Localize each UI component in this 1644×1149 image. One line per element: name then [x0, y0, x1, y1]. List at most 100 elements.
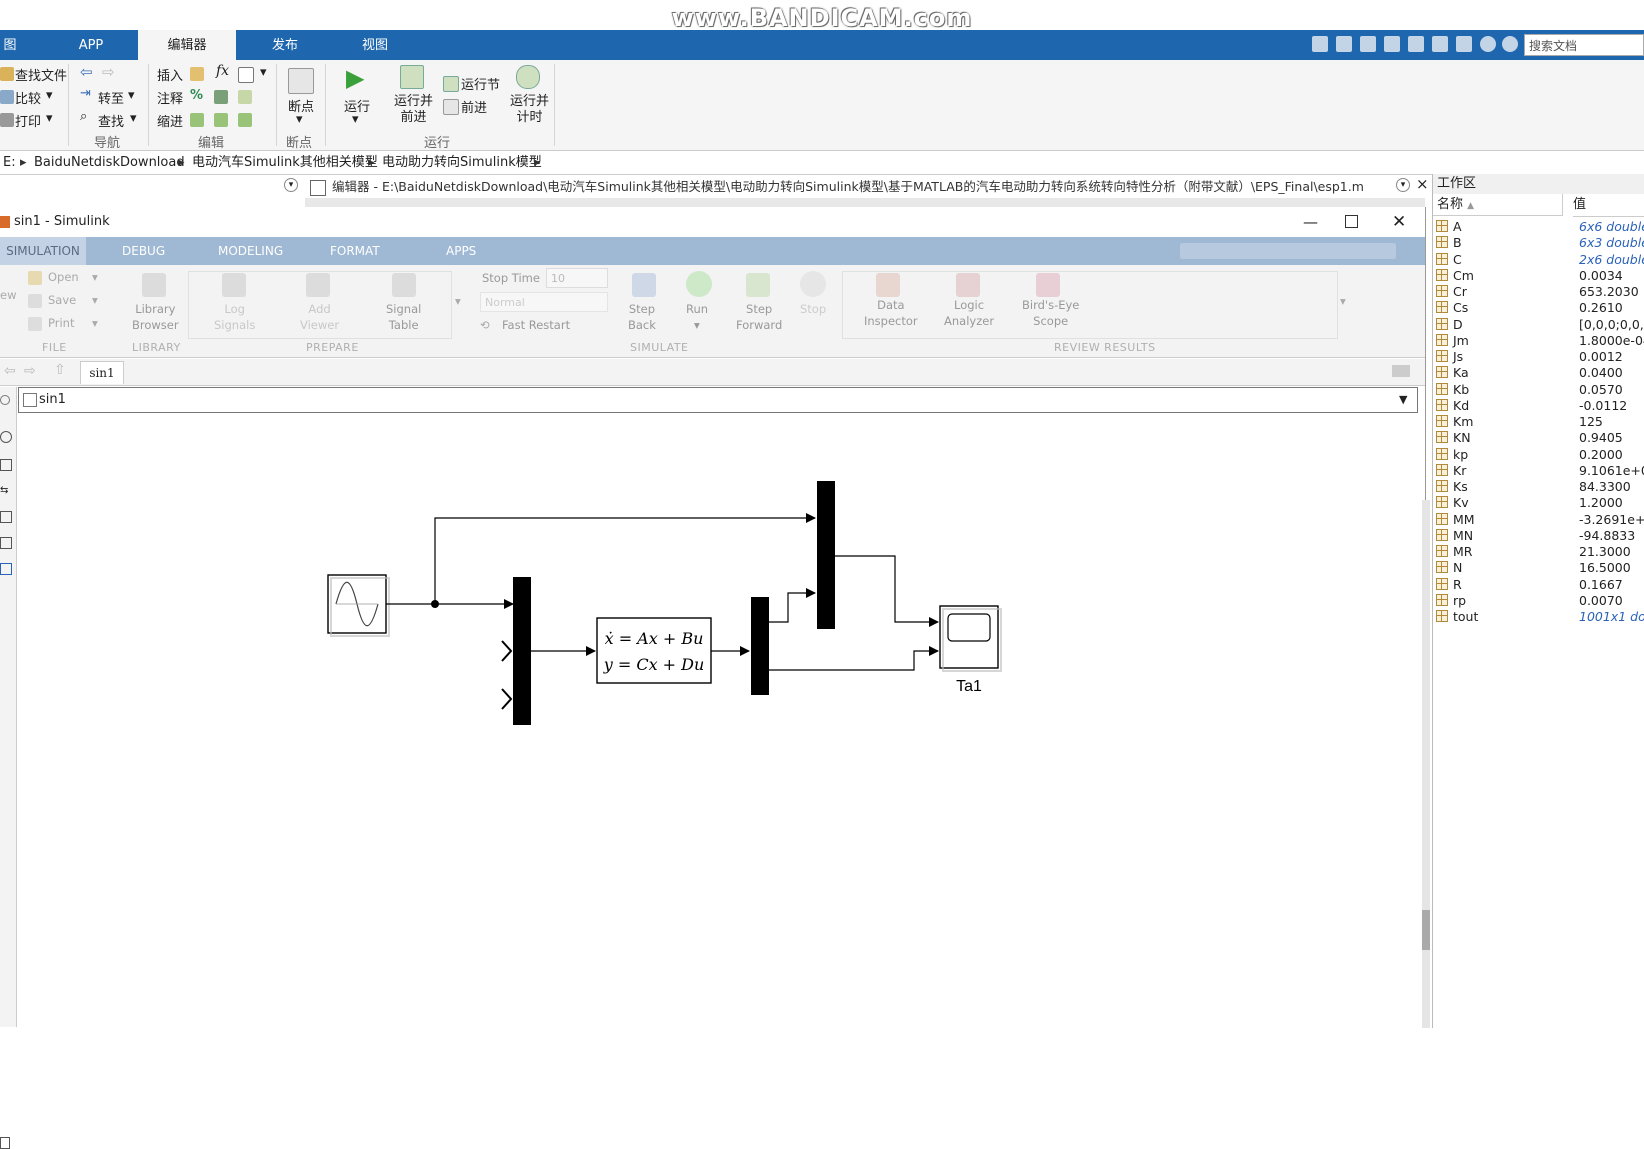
- scope-block[interactable]: [939, 605, 1002, 672]
- folder-options-icon[interactable]: ▾: [284, 178, 298, 192]
- run-icon[interactable]: ▶: [346, 64, 364, 92]
- editor-close-icon[interactable]: ×: [1416, 175, 1429, 193]
- workspace-value-column-header[interactable]: 值: [1573, 194, 1644, 217]
- open-dropdown-icon[interactable]: ▾: [92, 269, 98, 285]
- state-space-block[interactable]: ẋ = Ax + Bu y = Cx + Du: [596, 617, 712, 684]
- workspace-variable-row[interactable]: Kr 9.1061e+04: [1433, 462, 1644, 479]
- step-back-button[interactable]: Step Back: [628, 301, 656, 333]
- wrap-comment-icon[interactable]: [238, 90, 252, 104]
- workspace-variable-row[interactable]: C 2x6 double: [1433, 251, 1644, 268]
- library-browser-button[interactable]: Library Browser: [132, 301, 179, 333]
- function-icon[interactable]: fx: [216, 63, 229, 79]
- mux-block[interactable]: [513, 577, 531, 725]
- signal-line[interactable]: [835, 555, 939, 627]
- print-model-button[interactable]: Print: [48, 315, 74, 331]
- back-arrow-icon[interactable]: ⇦: [80, 63, 93, 81]
- run-dropdown-icon[interactable]: ▾: [352, 112, 359, 127]
- nav-up-icon[interactable]: ⇧: [54, 362, 66, 378]
- route-lines-icon[interactable]: ⇆: [0, 485, 8, 496]
- search-docs-input[interactable]: 搜索文档: [1524, 34, 1644, 56]
- tab-editor[interactable]: 编辑器: [138, 30, 236, 60]
- tab-app[interactable]: APP: [60, 30, 122, 60]
- workspace-variable-row[interactable]: kp 0.2000: [1433, 446, 1644, 463]
- forward-arrow-icon[interactable]: ⇨: [102, 63, 115, 81]
- workspace-variable-row[interactable]: Km 125: [1433, 413, 1644, 430]
- editor-options-icon[interactable]: ▾: [1396, 178, 1410, 192]
- find-button[interactable]: 查找: [98, 111, 124, 130]
- compare-button[interactable]: 比较: [15, 88, 41, 107]
- data-inspector-icon[interactable]: [876, 273, 900, 297]
- workspace-variable-row[interactable]: Kv 1.2000: [1433, 494, 1644, 511]
- sine-wave-block[interactable]: [327, 574, 390, 637]
- zoom-icon[interactable]: [0, 431, 12, 443]
- find-dropdown-icon[interactable]: ▾: [130, 111, 137, 126]
- workspace-variable-row[interactable]: tout 1001x1 dou: [1433, 608, 1644, 625]
- workspace-variable-row[interactable]: A 6x6 double: [1433, 218, 1644, 235]
- run-section-button[interactable]: 运行节: [461, 74, 500, 93]
- copy-icon[interactable]: [1360, 36, 1376, 52]
- workspace-variable-row[interactable]: Kd -0.0112: [1433, 397, 1644, 414]
- breakpoints-dropdown-icon[interactable]: ▾: [296, 112, 303, 127]
- run-and-time-icon[interactable]: [516, 65, 540, 89]
- address-dropdown-icon[interactable]: ▼: [1399, 388, 1407, 412]
- keyboard-icon[interactable]: [1392, 365, 1410, 377]
- indent-label[interactable]: 缩进: [157, 111, 183, 130]
- tab-plots[interactable]: 图: [0, 30, 20, 60]
- demux-block[interactable]: [751, 597, 769, 695]
- signal-line[interactable]: [769, 588, 816, 623]
- uncomment-icon[interactable]: [214, 90, 228, 104]
- editor-vertical-scrollbar[interactable]: [1422, 500, 1430, 1028]
- paste-icon[interactable]: [1384, 36, 1400, 52]
- workspace-variable-row[interactable]: MM -3.2691e+0: [1433, 511, 1644, 528]
- print-button[interactable]: 打印: [15, 111, 41, 130]
- step-forward-button[interactable]: Step Forward: [736, 301, 782, 333]
- insert-dropdown-icon[interactable]: ▾: [260, 65, 267, 80]
- library-browser-icon[interactable]: [142, 273, 166, 297]
- fit-view-icon[interactable]: [0, 459, 12, 471]
- step-forward-icon[interactable]: [746, 273, 770, 297]
- run-dropdown-icon[interactable]: ▾: [694, 317, 700, 333]
- path-segment-3[interactable]: 电动助力转向Simulink模型: [382, 152, 542, 174]
- options-icon[interactable]: [1502, 36, 1518, 52]
- close-window-icon[interactable]: ✕: [1392, 207, 1406, 237]
- increase-indent-icon[interactable]: [238, 113, 252, 127]
- go-to-button[interactable]: 转至: [98, 88, 124, 107]
- signal-line[interactable]: [434, 513, 816, 604]
- find-files-button[interactable]: 查找文件: [15, 65, 67, 84]
- signal-table-button[interactable]: Signal Table: [386, 301, 421, 333]
- tab-publish[interactable]: 发布: [250, 30, 320, 60]
- model-breadcrumb-tab[interactable]: sin1: [80, 361, 124, 384]
- model-address-bar[interactable]: sin1 ▼: [18, 387, 1418, 413]
- undo-icon[interactable]: [1408, 36, 1424, 52]
- minimize-icon[interactable]: —: [1303, 207, 1318, 237]
- compare-dropdown-icon[interactable]: ▾: [46, 88, 53, 103]
- switch-windows-icon[interactable]: [1456, 36, 1472, 52]
- run-simulation-icon[interactable]: [686, 271, 712, 297]
- quick-access-toolbar[interactable]: [1180, 243, 1396, 259]
- save-button[interactable]: Save: [48, 292, 76, 308]
- tab-simulation[interactable]: SIMULATION: [0, 237, 86, 265]
- workspace-variable-row[interactable]: Js 0.0012: [1433, 348, 1644, 365]
- workspace-variable-row[interactable]: MR 21.3000: [1433, 543, 1644, 560]
- scope-label[interactable]: Ta1: [956, 678, 982, 695]
- workspace-variable-row[interactable]: D [0,0,0;0,0,0]: [1433, 316, 1644, 333]
- print-dropdown-icon[interactable]: ▾: [46, 111, 53, 126]
- tab-debug[interactable]: DEBUG: [122, 237, 165, 265]
- decrease-indent-icon[interactable]: [214, 113, 228, 127]
- breakpoints-icon[interactable]: [288, 68, 314, 94]
- signal-table-icon[interactable]: [392, 273, 416, 297]
- hide-explorer-icon[interactable]: [0, 395, 10, 405]
- review-expand-icon[interactable]: ▾: [1340, 293, 1346, 309]
- run-and-time-button[interactable]: 运行并 计时: [510, 94, 549, 126]
- run-simulation-button[interactable]: Run: [686, 301, 708, 317]
- tab-view[interactable]: 视图: [340, 30, 410, 60]
- log-signals-button[interactable]: Log Signals: [214, 301, 255, 333]
- tab-apps[interactable]: APPS: [446, 237, 476, 265]
- path-drive[interactable]: E:: [3, 152, 16, 174]
- birds-eye-scope-icon[interactable]: [1036, 273, 1060, 297]
- log-signals-icon[interactable]: [222, 273, 246, 297]
- workspace-variable-row[interactable]: N 16.5000: [1433, 559, 1644, 576]
- stop-time-input[interactable]: 10: [546, 268, 608, 288]
- comment-percent-icon[interactable]: %: [190, 88, 203, 103]
- mux-block-2[interactable]: [817, 481, 835, 629]
